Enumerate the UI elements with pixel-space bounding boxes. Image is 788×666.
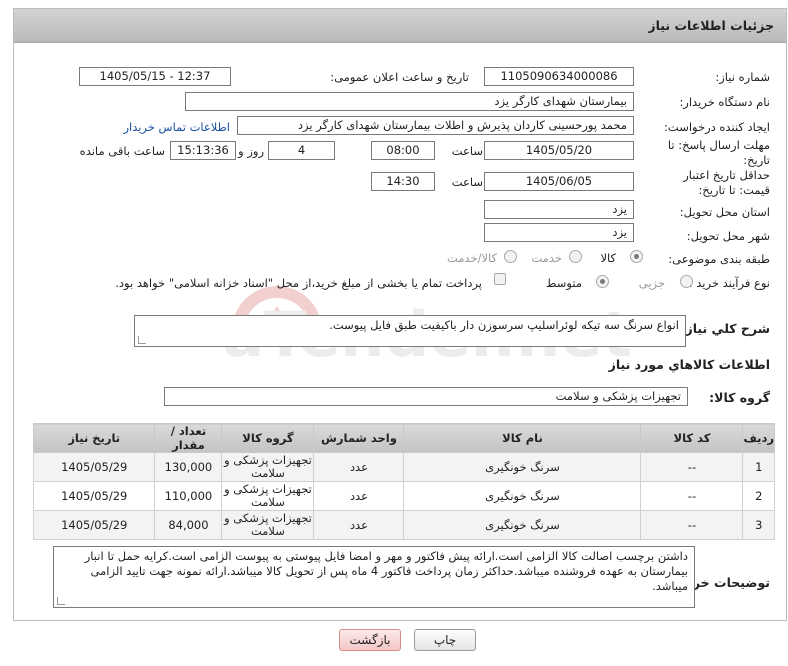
category-option-goods-service: کالا/خدمت [446,251,497,265]
process-option-medium: متوسط [545,276,582,290]
buyer-org-field: بیمارستان شهدای کارگر یزد [185,92,634,111]
table-row: 1 -- سرنگ خونگیری عدد تجهیزات پزشکی و سل… [32,452,775,482]
cell-code: -- [640,510,744,540]
goods-table: ردیف کد کالا نام کالا واحد شمارش گروه کا… [32,423,775,540]
city-label: شهر محل تحویل: [686,229,770,243]
reply-date-field: 1405/05/20 [484,141,634,160]
need-number-field: 1105090634000086 [484,67,634,86]
category-radio-service[interactable] [569,250,582,263]
validity-time-field: 14:30 [371,172,435,191]
remaining-time-field: 15:13:36 [170,141,236,160]
cell-quantity: 84,000 [154,510,223,540]
remaining-time-label: ساعت باقی مانده [79,144,165,158]
requester-field: محمد پورحسینی کاردان پذیرش و اطلات بیمار… [237,116,634,135]
col-header-group: گروه کالا [221,423,315,453]
col-header-row-no: ردیف [742,423,775,453]
days-remaining-field: 4 [268,141,335,160]
validity-time-label: ساعت [451,175,483,189]
buyer-notes-text: داشتن برچسب اصالت کالا الزامی است.ارائه … [84,549,688,593]
reply-deadline-label: مهلت ارسال پاسخ: تا تاریخ: [667,138,770,167]
goods-group-label: گروه کالا: [709,390,770,405]
resize-grip-icon[interactable] [138,336,146,344]
cell-unit: عدد [313,481,405,511]
col-header-unit: واحد شمارش [313,423,405,453]
col-header-name: نام کالا [403,423,642,453]
process-radio-medium[interactable] [596,275,609,288]
process-option-minor: جزیی [638,276,665,290]
back-button[interactable]: بازگشت [339,629,401,651]
table-row: 2 -- سرنگ خونگیری عدد تجهیزات پزشکی و سل… [32,481,775,511]
col-header-quantity: تعداد / مقدار [154,423,223,453]
cell-code: -- [640,452,744,482]
province-label: استان محل تحویل: [679,205,770,219]
cell-name: سرنگ خونگیری [403,452,642,482]
general-desc-field: انواع سرنگ سه تیکه لوئراسلیپ سرسوزن دار … [134,315,686,347]
general-desc-label: شرح کلي نياز: [680,321,770,336]
cell-code: -- [640,481,744,511]
table-row: 3 -- سرنگ خونگیری عدد تجهیزات پزشکی و سل… [32,510,775,540]
resize-grip-icon[interactable] [57,597,65,605]
category-option-goods: کالا [600,251,616,265]
cell-need-date: 1405/05/29 [32,452,156,482]
cell-row-no: 3 [742,510,775,540]
cell-group: تجهیزات پزشکی و سلامت [221,481,315,511]
cell-quantity: 110,000 [154,481,223,511]
process-label: نوع فرآیند خرید : [688,276,770,290]
buyer-org-label: نام دستگاه خریدار: [679,95,770,109]
col-header-code: کد کالا [640,423,744,453]
validity-date-field: 1405/06/05 [484,172,634,191]
category-option-service: خدمت [531,251,562,265]
treasury-payment-checkbox[interactable] [494,273,506,285]
province-field: یزد [484,200,634,219]
announce-datetime-field: 1405/05/15 - 12:37 [79,67,231,86]
cell-need-date: 1405/05/29 [32,510,156,540]
general-desc-text: انواع سرنگ سه تیکه لوئراسلیپ سرسوزن دار … [329,318,679,332]
cell-row-no: 1 [742,452,775,482]
category-radio-goods-service[interactable] [504,250,517,263]
category-radio-goods[interactable] [630,250,643,263]
cell-name: سرنگ خونگیری [403,481,642,511]
cell-group: تجهیزات پزشکی و سلامت [221,452,315,482]
price-validity-label: حداقل تاریخ اعتبار قیمت: تا تاریخ: [683,168,770,197]
goods-info-heading: اطلاعات کالاهاي مورد نياز [608,357,770,372]
cell-row-no: 2 [742,481,775,511]
announce-datetime-label: تاریخ و ساعت اعلان عمومی: [330,70,469,84]
city-field: یزد [484,223,634,242]
table-header-row: ردیف کد کالا نام کالا واحد شمارش گروه کا… [32,423,775,453]
cell-need-date: 1405/05/29 [32,481,156,511]
buyer-notes-field: داشتن برچسب اصالت کالا الزامی است.ارائه … [53,546,695,608]
goods-group-field: تجهیزات پزشکی و سلامت [164,387,688,406]
need-number-label: شماره نیاز: [715,70,770,84]
cell-name: سرنگ خونگیری [403,510,642,540]
print-button[interactable]: چاپ [414,629,476,651]
day-and-label: روز و [238,144,264,158]
panel-header: جزئیات اطلاعات نیاز [14,9,786,43]
cell-group: تجهیزات پزشکی و سلامت [221,510,315,540]
buyer-contact-link[interactable]: اطلاعات تماس خریدار [123,120,230,134]
treasury-payment-note: پرداخت تمام یا بخشی از مبلغ خرید،از محل … [115,276,482,290]
col-header-need-date: تاریخ نیاز [32,423,156,453]
reply-time-field: 08:00 [371,141,435,160]
category-label: طبقه بندی موضوعی: [668,252,770,266]
process-radio-minor[interactable] [680,275,693,288]
cell-unit: عدد [313,510,405,540]
cell-unit: عدد [313,452,405,482]
requester-label: ایجاد کننده درخواست: [664,120,770,134]
reply-time-label: ساعت [451,144,483,158]
cell-quantity: 130,000 [154,452,223,482]
panel-title: جزئیات اطلاعات نیاز [648,18,774,33]
